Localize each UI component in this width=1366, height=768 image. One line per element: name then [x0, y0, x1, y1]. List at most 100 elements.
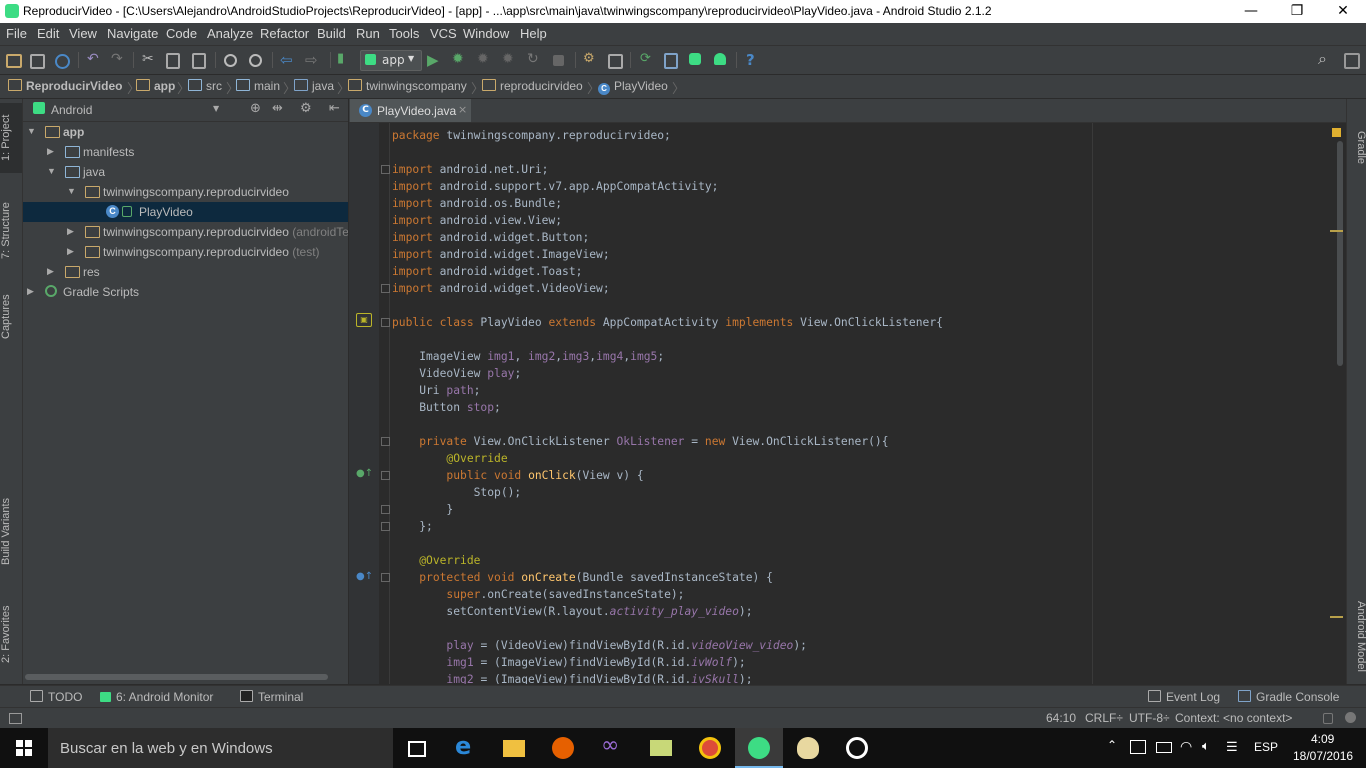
taskbar-search-box[interactable]: Buscar en la web y en Windows: [48, 728, 393, 768]
tree-node-res[interactable]: ▶ res: [23, 262, 348, 282]
sdk-settings-icon[interactable]: [608, 54, 623, 69]
open-folder-icon[interactable]: [6, 54, 22, 68]
edge-icon[interactable]: e: [442, 728, 490, 768]
chevron-right-icon[interactable]: ▶: [67, 226, 74, 237]
battery-icon[interactable]: [1156, 742, 1172, 753]
tree-node-package-test[interactable]: ▶ twinwingscompany.reproducirvideo (test…: [23, 242, 348, 262]
chevron-down-icon[interactable]: ▼: [213, 104, 219, 113]
close-tab-icon[interactable]: ×: [458, 103, 467, 116]
tree-node-manifests[interactable]: ▶ manifests: [23, 142, 348, 162]
windows-start-icon[interactable]: [16, 740, 32, 756]
warning-marker[interactable]: [1330, 230, 1343, 232]
paste-icon[interactable]: [192, 53, 206, 69]
restore-button[interactable]: ❐: [1274, 0, 1320, 23]
file-explorer-icon[interactable]: [490, 728, 538, 768]
chevron-up-icon[interactable]: ⌃: [1107, 738, 1117, 752]
tree-node-package-android-test[interactable]: ▶ twinwingscompany.reproducirvideo (andr…: [23, 222, 348, 242]
chevron-right-icon[interactable]: ▶: [67, 246, 74, 257]
breadcrumb-src[interactable]: src: [188, 79, 222, 93]
hide-panel-icon[interactable]: ⇤: [329, 101, 340, 116]
task-view-icon[interactable]: [392, 728, 440, 768]
undo-icon[interactable]: ↶: [87, 51, 105, 69]
back-icon[interactable]: ⇦: [280, 51, 298, 69]
menu-file[interactable]: File: [6, 26, 27, 41]
chevron-right-icon[interactable]: ▶: [47, 266, 54, 277]
breadcrumb-subpackage[interactable]: reproducirvideo: [482, 79, 583, 93]
tool-tab-android-monitor[interactable]: 6: Android Monitor: [100, 690, 213, 704]
project-view-mode[interactable]: Android: [51, 103, 92, 117]
volume-icon[interactable]: 🔈︎: [1202, 738, 1210, 754]
chevron-right-icon[interactable]: ▶: [27, 286, 34, 297]
tool-tab-event-log[interactable]: Event Log: [1148, 690, 1220, 704]
folder-app-icon[interactable]: [637, 728, 685, 768]
vertical-scrollbar[interactable]: [1335, 123, 1345, 684]
save-icon[interactable]: [30, 54, 45, 69]
fold-marker[interactable]: [381, 522, 390, 531]
menu-analyze[interactable]: Analyze: [207, 26, 253, 41]
gradle-sync-icon[interactable]: ⟳: [640, 51, 658, 69]
clock-time[interactable]: 4:09: [1311, 732, 1334, 746]
avd-manager-icon[interactable]: [664, 53, 678, 69]
firefox-icon[interactable]: [539, 728, 587, 768]
tool-tab-android-model[interactable]: Android Model: [1347, 594, 1366, 679]
find-icon[interactable]: [224, 54, 237, 67]
tree-node-gradle-scripts[interactable]: ▶ Gradle Scripts: [23, 282, 348, 302]
tab-playvideo-java[interactable]: C PlayVideo.java ×: [350, 99, 471, 122]
warning-marker[interactable]: [1330, 616, 1343, 618]
debug-icon[interactable]: ✹: [452, 51, 470, 69]
menu-refactor[interactable]: Refactor: [260, 26, 309, 41]
chrome-icon[interactable]: [686, 728, 734, 768]
tree-node-java[interactable]: ▼ java: [23, 162, 348, 182]
chevron-right-icon[interactable]: ▶: [47, 146, 54, 157]
fold-marker[interactable]: [381, 437, 390, 446]
breadcrumb-package[interactable]: twinwingscompany: [348, 79, 467, 93]
tool-windows-toggle-icon[interactable]: [9, 713, 22, 724]
menu-tools[interactable]: Tools: [389, 26, 419, 41]
tree-node-package[interactable]: ▼ twinwingscompany.reproducirvideo: [23, 182, 348, 202]
menu-code[interactable]: Code: [166, 26, 197, 41]
attach-debugger-icon[interactable]: ✹: [477, 51, 495, 69]
fold-marker[interactable]: [381, 471, 390, 480]
tree-node-app[interactable]: ▼ app: [23, 122, 348, 142]
fold-marker[interactable]: [381, 165, 390, 174]
breadcrumb-java[interactable]: java: [294, 79, 334, 93]
tool-tab-terminal[interactable]: Terminal: [240, 690, 303, 704]
menu-navigate[interactable]: Navigate: [107, 26, 158, 41]
fold-column[interactable]: [379, 123, 390, 684]
input-language[interactable]: ESP: [1254, 740, 1278, 754]
read-only-lock-icon[interactable]: [1323, 713, 1333, 724]
fold-marker[interactable]: [381, 284, 390, 293]
line-separator[interactable]: CRLF÷: [1085, 711, 1123, 725]
project-structure-icon[interactable]: ⚙: [583, 51, 601, 69]
cut-icon[interactable]: ✂: [142, 51, 160, 69]
chevron-down-icon[interactable]: ▼: [67, 186, 76, 196]
tool-tab-build-variants[interactable]: Build Variants: [0, 484, 22, 579]
inspection-status-icon[interactable]: [1332, 128, 1341, 137]
target-app-icon[interactable]: [833, 728, 881, 768]
wifi-icon[interactable]: ◠: [1180, 738, 1192, 755]
breadcrumb-project[interactable]: ReproducirVideo: [8, 79, 122, 93]
stop-icon[interactable]: [553, 55, 564, 66]
copy-icon[interactable]: [166, 53, 180, 69]
make-project-icon[interactable]: ▮: [337, 51, 355, 69]
file-encoding[interactable]: UTF-8÷: [1129, 711, 1170, 725]
tool-tab-structure[interactable]: 7: Structure: [0, 191, 22, 271]
scroll-from-source-icon[interactable]: ⊕: [250, 101, 261, 116]
menu-build[interactable]: Build: [317, 26, 346, 41]
context-indicator[interactable]: Context: <no context>: [1175, 711, 1292, 725]
menu-vcs[interactable]: VCS: [430, 26, 457, 41]
sdk-manager-icon[interactable]: [689, 53, 701, 65]
tool-tab-gradle-console[interactable]: Gradle Console: [1238, 690, 1339, 704]
code-editor[interactable]: package twinwingscompany.reproducirvideo…: [390, 123, 1335, 684]
layout-icon[interactable]: [1344, 53, 1360, 69]
run-configuration-select[interactable]: app ▼: [360, 50, 422, 71]
forward-icon[interactable]: ⇨: [305, 51, 323, 69]
tool-tab-captures[interactable]: Captures: [0, 287, 22, 347]
replace-icon[interactable]: [249, 54, 262, 67]
fold-marker[interactable]: [381, 573, 390, 582]
overrides-method-icon[interactable]: ●↑: [356, 571, 373, 582]
chevron-down-icon[interactable]: ▼: [47, 166, 56, 176]
close-window-button[interactable]: ✕: [1320, 0, 1366, 23]
fold-marker[interactable]: [381, 318, 390, 327]
tool-tab-gradle[interactable]: Gradle: [1347, 123, 1366, 173]
